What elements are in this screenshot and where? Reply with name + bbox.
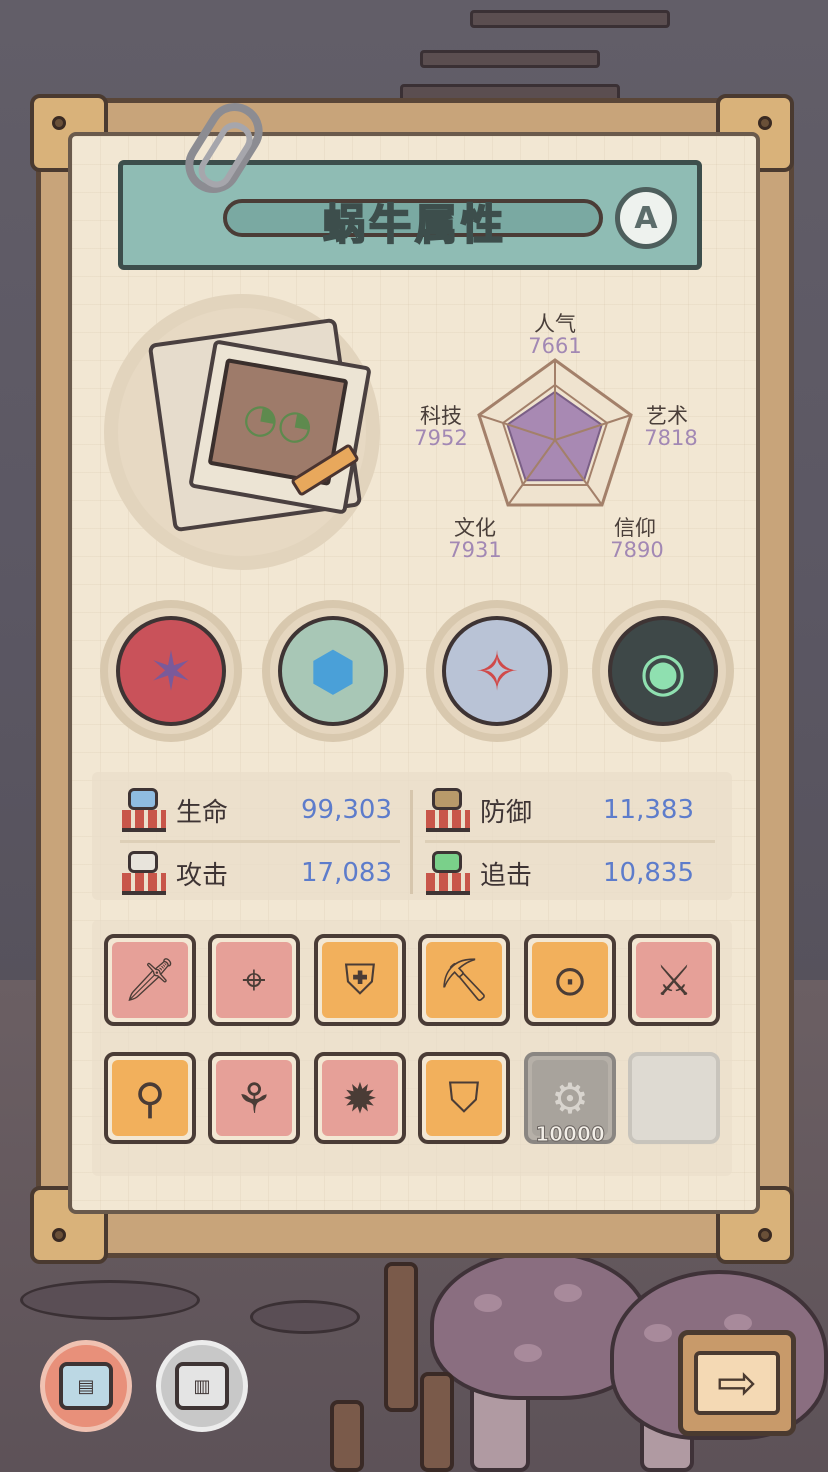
equip-slot-blaster[interactable]: ⌖ [208,934,300,1026]
stat-defense-value: 11,383 [603,795,694,825]
chip-icon: ▥ [175,1362,229,1410]
stat-attack-value: 17,083 [301,858,392,888]
crossed-swords-icon: ⚔ [655,955,693,1005]
equip-slot-scythe[interactable]: ⛏ [418,934,510,1026]
stats-divider [425,840,715,843]
scythe-pick-icon: ⛏ [437,955,491,1004]
pursuit-icon [424,851,470,895]
radar-value-art: 7818 [644,426,698,450]
next-button[interactable]: ⇨ [678,1330,796,1436]
arrow-right-icon: ⇨ [694,1351,780,1415]
equip-slot-short-sword[interactable]: ⚲ [104,1052,196,1144]
stat-attack-label: 攻击 [176,860,229,891]
relic-slot-1[interactable]: ✶ [100,600,242,742]
relic-slot-4[interactable]: ◉ [592,600,734,742]
slingshot-icon: ⚘ [235,1073,273,1123]
radar-value-culture: 7931 [448,538,502,562]
stat-pursuit: 追击 10,835 [424,845,694,901]
id-card-icon: ▤ [59,1362,113,1410]
stat-defense: 防御 11,383 [424,782,694,838]
stat-hp-value: 99,303 [301,795,392,825]
stat-pursuit-label: 追击 [480,860,533,891]
equip-slot-empty[interactable] [628,1052,720,1144]
dagger-icon: 🗡 [123,955,177,1004]
grade-badge[interactable]: A [615,187,677,249]
unlock-cost: 10000 [535,1122,606,1147]
attack-icon [120,851,166,895]
equip-slot-armor[interactable]: ⛨ [314,934,406,1026]
thorny-vine-relic-icon: ✶ [116,616,226,726]
character-tab-button[interactable]: ▤ [40,1340,132,1432]
armor-vest-icon: ⛨ [344,955,376,1004]
compass-relic-icon: ✧ [442,616,552,726]
stat-defense-label: 防御 [480,797,533,828]
tank-top-icon: ⛉ [448,1073,480,1122]
equipment-tab-button[interactable]: ▥ [156,1340,248,1432]
stats-divider [120,840,400,843]
crystal-stone-relic-icon: ⬢ [278,616,388,726]
stat-attack: 攻击 17,083 [120,845,392,901]
goggles-icon: ⊙ [552,955,588,1005]
radar-value-popularity: 7661 [528,334,582,358]
stat-pursuit-value: 10,835 [603,858,694,888]
gear-icon: ⚙ [551,1073,589,1123]
green-flame-portal-relic-icon: ◉ [608,616,718,726]
hp-icon [120,788,166,832]
spiked-mace-icon: ✹ [342,1073,378,1123]
defense-icon [424,788,470,832]
equip-slot-slingshot[interactable]: ⚘ [208,1052,300,1144]
stat-hp: 生命 99,303 [120,782,392,838]
equip-slot-goggles[interactable]: ⊙ [524,934,616,1026]
stats-divider [410,790,413,894]
equip-slot-locked[interactable]: ⚙ 10000 [524,1052,616,1147]
radar-value-tech: 7952 [414,426,468,450]
relic-slot-2[interactable]: ⬢ [262,600,404,742]
radar-chart [477,358,633,507]
short-sword-icon: ⚲ [134,1073,166,1123]
equip-slot-crossed-swords[interactable]: ⚔ [628,934,720,1026]
equip-slot-dagger[interactable]: 🗡 [104,934,196,1026]
equip-slot-tank-top[interactable]: ⛉ [418,1052,510,1144]
equip-slot-mace[interactable]: ✹ [314,1052,406,1144]
relic-slot-3[interactable]: ✧ [426,600,568,742]
stat-hp-label: 生命 [176,797,229,828]
radar-value-faith: 7890 [610,538,664,562]
blaster-gun-icon: ⌖ [242,955,266,1004]
